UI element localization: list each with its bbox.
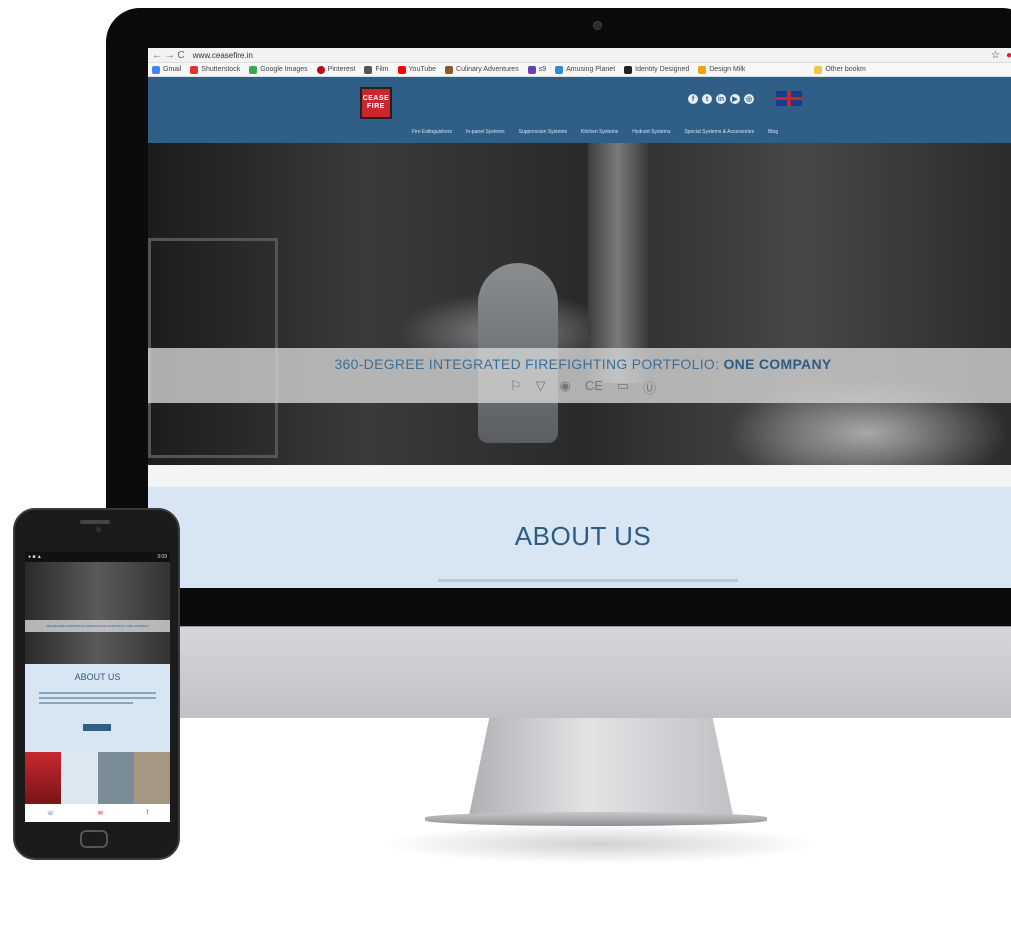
ce-mark-icon: ◉ — [559, 378, 571, 393]
phone-read-more-button[interactable] — [83, 724, 111, 731]
phone-about-text — [39, 692, 156, 707]
mockup-stage: ← → C www.ceasefire.in ☆ ● Gmail Shutters… — [0, 0, 1011, 927]
site-header: CEASE FIRE f t in ▶ ◎ Fire Extinguishers… — [148, 77, 1011, 143]
phone-tile-systems[interactable] — [97, 752, 134, 804]
phone-status-bar: ● ■ ▲ 3:09 — [25, 552, 170, 562]
phone-facebook-icon[interactable]: f — [147, 810, 149, 816]
phone-call-icon[interactable]: ☏ — [47, 810, 55, 817]
bookmark-gmail[interactable]: Gmail — [152, 65, 181, 74]
nav-kitchen-systems[interactable]: Kitchen Systems — [581, 129, 618, 135]
bookmark-identity-designed[interactable]: Identity Designed — [624, 65, 689, 74]
imac-stand-base — [425, 812, 767, 826]
bookmarks-bar: Gmail Shutterstock Google Images Pintere… — [148, 63, 1011, 77]
hero-divider — [148, 465, 1011, 487]
phone-home-button[interactable] — [80, 830, 108, 848]
instagram-icon[interactable]: ◎ — [744, 94, 754, 104]
imac-screen: ← → C www.ceasefire.in ☆ ● Gmail Shutters… — [148, 48, 1011, 588]
phone-device: ● ■ ▲ 3:09 360-DEGREE INTEGRATED FIREFIG… — [13, 508, 180, 860]
bookmark-culinary-adventures[interactable]: Culinary Adventures — [445, 65, 519, 74]
hero-headline: 360-DEGREE INTEGRATED FIREFIGHTING PORTF… — [334, 356, 832, 372]
address-bar[interactable]: ← → C www.ceasefire.in ☆ ● — [148, 48, 1011, 63]
bookmark-google-images[interactable]: Google Images — [249, 65, 308, 74]
nav-blog[interactable]: Blog — [768, 129, 778, 135]
about-text-preview — [438, 579, 738, 582]
about-section: ABOUT US — [148, 487, 1011, 588]
phone-hero: 360-DEGREE INTEGRATED FIREFIGHTING PORTF… — [25, 562, 170, 664]
phone-tile-technologies[interactable] — [61, 752, 98, 804]
phone-about-title: ABOUT US — [74, 672, 121, 682]
phone-tile-extinguishers[interactable] — [25, 752, 62, 804]
phone-about-section: ABOUT US — [25, 664, 170, 752]
back-forward-reload-icons[interactable]: ← → C — [152, 50, 185, 61]
phone-screen: ● ■ ▲ 3:09 360-DEGREE INTEGRATED FIREFIG… — [25, 552, 170, 822]
hero-banner: 360-DEGREE INTEGRATED FIREFIGHTING PORTF… — [148, 348, 1011, 403]
social-links: f t in ▶ ◎ — [688, 94, 754, 104]
bookmark-film[interactable]: Film — [364, 65, 389, 74]
nav-suppression-systems[interactable]: Suppression Systems — [519, 129, 567, 135]
uk-flag-icon[interactable] — [776, 91, 802, 106]
linkedin-icon[interactable]: in — [716, 94, 726, 104]
bookmark-s9[interactable]: s9 — [527, 65, 546, 74]
facebook-icon[interactable]: f — [688, 94, 698, 104]
bookmark-design-milk[interactable]: Design Milk — [698, 65, 745, 74]
phone-product-tiles — [25, 752, 170, 804]
hero-pillar-graphic — [588, 143, 648, 383]
status-icons-left: ● ■ ▲ — [28, 554, 42, 560]
youtube-icon[interactable]: ▶ — [730, 94, 740, 104]
url-field[interactable]: www.ceasefire.in — [193, 51, 991, 60]
nav-hydrant-systems[interactable]: Hydrant Systems — [632, 129, 670, 135]
bookmark-other[interactable]: Other bookm — [814, 65, 866, 74]
phone-footer: ☏ ✉ f — [25, 804, 170, 822]
phone-mail-icon[interactable]: ✉ — [98, 810, 103, 817]
ul-icon: ▭ — [616, 378, 630, 393]
bookmark-pinterest[interactable]: Pinterest — [316, 65, 355, 74]
phone-tile-team[interactable] — [133, 752, 170, 804]
stand-shadow — [380, 824, 820, 864]
imac-chin — [106, 626, 1011, 718]
about-title: ABOUT US — [514, 521, 652, 551]
hero-section: 360-DEGREE INTEGRATED FIREFIGHTING PORTF… — [148, 143, 1011, 465]
certification-icons: ⚐ ▽ ◉ CE ▭ Ⓤ — [148, 378, 1011, 397]
status-time: 3:09 — [157, 554, 167, 560]
nav-special-systems[interactable]: Special Systems & Accessories — [684, 129, 754, 135]
vds-icon: CE — [584, 378, 603, 393]
isi-mark-icon: ⚐ — [509, 378, 522, 393]
fm-icon: Ⓤ — [643, 381, 657, 396]
bis-icon: ▽ — [535, 378, 546, 393]
phone-hero-banner: 360-DEGREE INTEGRATED FIREFIGHTING PORTF… — [25, 620, 170, 632]
extension-icons[interactable]: ☆ ● — [991, 50, 1011, 61]
nav-in-panel-systems[interactable]: In-panel Systems — [466, 129, 505, 135]
phone-camera — [96, 527, 101, 532]
main-nav: Fire Extinguishers In-panel Systems Supp… — [412, 129, 778, 135]
ceasefire-logo[interactable]: CEASE FIRE — [360, 87, 392, 119]
twitter-icon[interactable]: t — [702, 94, 712, 104]
phone-speaker — [80, 520, 110, 524]
nav-fire-extinguishers[interactable]: Fire Extinguishers — [412, 129, 452, 135]
bookmark-youtube[interactable]: YouTube — [397, 65, 436, 74]
imac-stand — [468, 718, 734, 820]
bookmark-amusing-planet[interactable]: Amusing Planet — [555, 65, 615, 74]
webcam — [593, 21, 602, 30]
bookmark-shutterstock[interactable]: Shutterstock — [190, 65, 240, 74]
